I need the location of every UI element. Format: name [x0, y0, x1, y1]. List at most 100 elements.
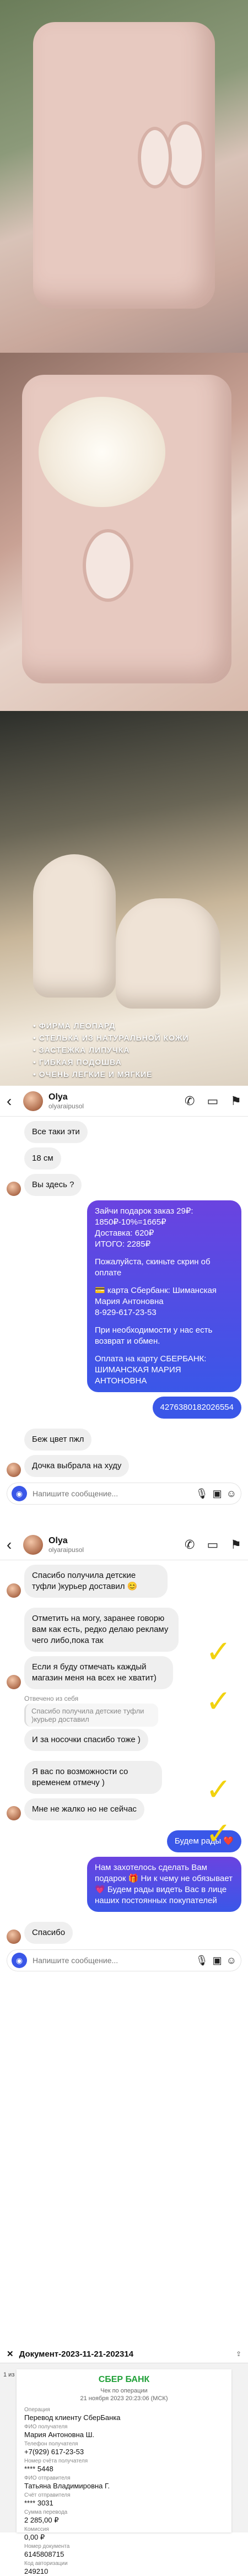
- field-value: Татьяна Владимировна Г.: [24, 2482, 110, 2490]
- received-message: Отметить на могу, заранее говорю вам как…: [24, 1608, 179, 1652]
- mic-icon[interactable]: 🎙: [196, 1488, 208, 1500]
- message-input[interactable]: [31, 1489, 191, 1499]
- chat-screen-1: ‹ Olya olyaraipusol ✆ ▭ ⚑ Все таки эти 1…: [0, 1086, 248, 1529]
- received-message: Если я буду отмечать каждый магазин меня…: [24, 1656, 173, 1689]
- field-value: **** 5448: [24, 2465, 53, 2473]
- flag-icon[interactable]: ⚑: [230, 1538, 241, 1552]
- checkmark-annotation-icon: ✓: [206, 1634, 231, 1670]
- back-arrow-icon[interactable]: ‹: [7, 1092, 18, 1110]
- avatar: [7, 1182, 21, 1196]
- feature-item: СТЕЛЬКА ИЗ НАТУРАЛЬНОЙ КОЖИ: [33, 1032, 231, 1044]
- feature-item: ГИБКАЯ ПОДОШВА: [33, 1056, 231, 1068]
- field-value: Мария Антоновна Ш.: [24, 2431, 95, 2439]
- payment-details: Оплата на карту СБЕРБАНК: ШИМАНСКАЯ МАРИ…: [95, 1354, 207, 1386]
- bunny-ear-decor: [83, 529, 133, 602]
- sticker-icon[interactable]: ☺: [227, 1955, 236, 1966]
- field-label: Счёт отправителя: [24, 2492, 71, 2498]
- contact-name[interactable]: Olya: [48, 1092, 172, 1102]
- receipt-heading: Чек по операции: [100, 2388, 148, 2394]
- sent-message-gift: Нам захотелось сделать Вам подарок 🎁 Ни …: [87, 1857, 241, 1912]
- field-label: Код авторизации: [24, 2561, 68, 2567]
- beige-shoe: [116, 898, 220, 1009]
- field-value: 0,00 ₽: [24, 2533, 45, 2541]
- card-holder: 💳 карта Сбербанк: Шиманская Мария Антоно…: [95, 1286, 217, 1306]
- received-message: Вы здесь ?: [24, 1174, 82, 1196]
- field-label: Операция: [24, 2407, 50, 2413]
- return-note: При необходимости у нас есть возврат и о…: [95, 1325, 213, 1346]
- avatar: [7, 1806, 21, 1820]
- received-message: Все таки эти: [24, 1121, 88, 1143]
- received-message: Я вас по возможности со временем отмечу …: [24, 1761, 162, 1794]
- message-input[interactable]: [31, 1955, 191, 1965]
- chat-header: ‹ Olya olyaraipusol ✆ ▭ ⚑: [0, 1529, 248, 1560]
- chat-header: ‹ Olya olyaraipusol ✆ ▭ ⚑: [0, 1086, 248, 1117]
- field-value: Перевод клиенту СберБанка: [24, 2413, 121, 2422]
- fur-lining: [39, 397, 165, 507]
- sticker-icon[interactable]: ☺: [227, 1488, 236, 1500]
- checkmark-annotation-icon: ✓: [206, 1772, 231, 1808]
- payment-request: Пожалуйста, скиньте скрин об оплате: [95, 1257, 211, 1278]
- sent-message-order: Зайчи подарок заказ 29₽: 1850₽-10%=1665₽…: [87, 1200, 241, 1392]
- order-line: ИТОГО: 2285₽: [95, 1240, 151, 1249]
- back-arrow-icon[interactable]: ‹: [7, 1536, 18, 1554]
- close-icon[interactable]: ✕: [7, 2349, 14, 2359]
- receipt-page: СБЕР БАНК Чек по операции 21 ноября 2023…: [17, 2369, 231, 2575]
- sent-message-card: 4276380182026554: [152, 1397, 241, 1419]
- chat-screen-2: ‹ Olya olyaraipusol ✆ ▭ ⚑ Спасибо получи…: [0, 1529, 248, 2345]
- avatar: [7, 1463, 21, 1477]
- received-message: 18 см: [24, 1147, 61, 1170]
- image-icon[interactable]: ▣: [213, 1488, 222, 1500]
- video-icon[interactable]: ▭: [207, 1538, 218, 1552]
- phone-icon[interactable]: ✆: [185, 1538, 195, 1552]
- order-line: 1850₽-10%=1665₽: [95, 1217, 166, 1227]
- mic-icon[interactable]: 🎙: [196, 1955, 208, 1966]
- avatar[interactable]: [23, 1091, 43, 1111]
- feature-item: ФИРМА ЛЕОПАРД: [33, 1020, 231, 1032]
- phone-number[interactable]: 8-929-617-23-53: [95, 1308, 157, 1317]
- product-photo-1: [0, 0, 248, 353]
- message-composer: ◉ 🎙 ▣ ☺: [7, 1483, 241, 1505]
- receipt-viewer: ✕ Документ-2023-11-21-202314 ⇪ 1 из 1 СБ…: [0, 2345, 248, 2575]
- receipt-datetime: 21 ноября 2023 20:23:06 (МСК): [80, 2395, 168, 2402]
- field-value: 6145808715: [24, 2550, 64, 2558]
- avatar: [7, 1930, 21, 1944]
- beige-shoe: [33, 854, 116, 998]
- avatar: [7, 1675, 21, 1689]
- field-label: Номер документа: [24, 2543, 70, 2550]
- received-message: Беж цвет пжл: [24, 1429, 92, 1451]
- received-message: И за носочки спасибо тоже ): [24, 1729, 148, 1751]
- field-value: 2 285,00 ₽: [24, 2516, 59, 2524]
- avatar: [7, 1583, 21, 1598]
- received-message: Мне не жалко но не сейчас: [24, 1798, 144, 1820]
- field-value: **** 3031: [24, 2499, 53, 2507]
- contact-username: olyaraipusol: [48, 1545, 84, 1554]
- camera-icon[interactable]: ◉: [12, 1486, 27, 1501]
- share-icon[interactable]: ⇪: [236, 2350, 241, 2358]
- message-composer: ◉ 🎙 ▣ ☺: [7, 1949, 241, 1971]
- avatar[interactable]: [23, 1534, 43, 1555]
- flag-icon[interactable]: ⚑: [230, 1094, 241, 1108]
- field-label: Комиссия: [24, 2526, 49, 2532]
- received-message: Спасибо получила детские туфли )курьер д…: [24, 1565, 168, 1598]
- field-value: 249210: [24, 2567, 48, 2575]
- phone-icon[interactable]: ✆: [185, 1094, 195, 1108]
- document-title: Документ-2023-11-21-202314: [19, 2349, 134, 2359]
- camera-icon[interactable]: ◉: [12, 1953, 27, 1968]
- field-label: Сумма перевода: [24, 2509, 68, 2515]
- contact-name[interactable]: Olya: [48, 1536, 172, 1546]
- order-line: Доставка: 620₽: [95, 1228, 154, 1238]
- field-label: ФИО отправителя: [24, 2475, 71, 2481]
- received-message: Дочка выбрала на худу: [24, 1455, 130, 1477]
- field-label: Номер счёта получателя: [24, 2458, 88, 2464]
- received-message: Спасибо: [24, 1922, 73, 1944]
- bank-logo: СБЕР БАНК: [98, 2375, 150, 2384]
- document-toolbar: ✕ Документ-2023-11-21-202314 ⇪: [0, 2345, 248, 2363]
- checkmark-annotation-icon: ✓: [206, 1684, 231, 1720]
- video-icon[interactable]: ▭: [207, 1094, 218, 1108]
- order-line: Зайчи подарок заказ 29₽:: [95, 1206, 193, 1216]
- product-photo-2: [0, 353, 248, 711]
- image-icon[interactable]: ▣: [213, 1955, 222, 1966]
- field-label: Телефон получателя: [24, 2441, 78, 2447]
- field-value: +7(929) 617-23-53: [24, 2448, 84, 2456]
- field-label: ФИО получателя: [24, 2424, 68, 2430]
